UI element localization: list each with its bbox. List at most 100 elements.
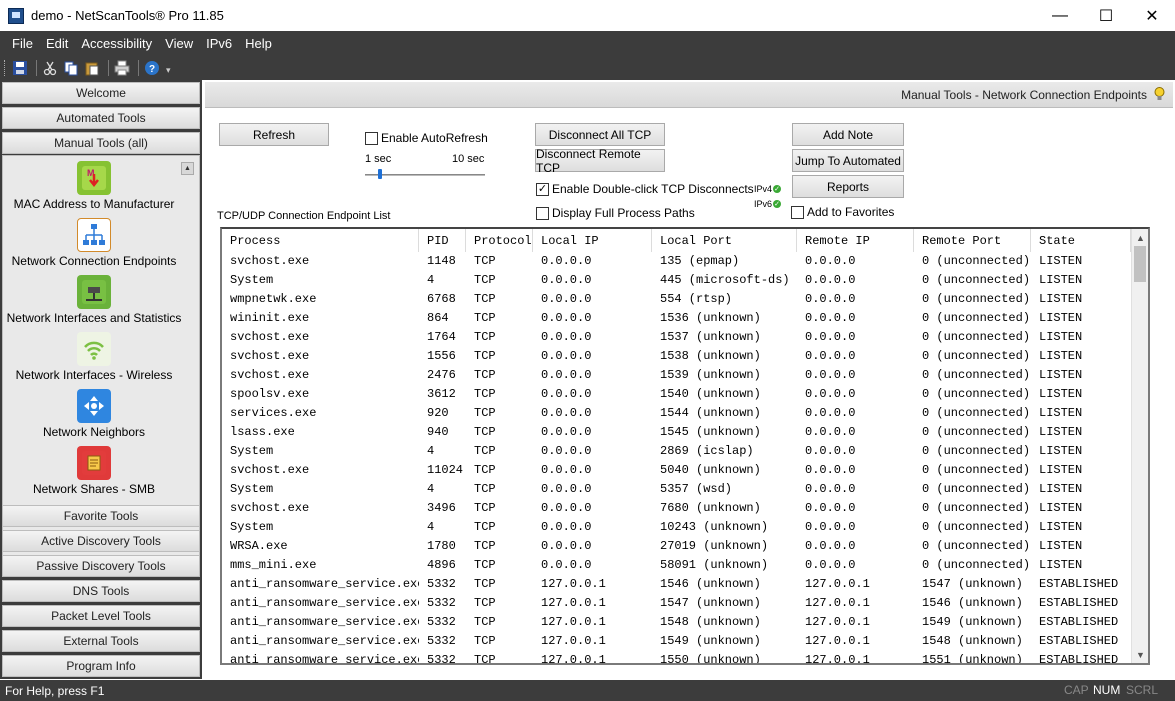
enable-autorefresh-checkbox[interactable]: Enable AutoRefresh xyxy=(365,131,488,145)
tool-label: Network Shares - SMB xyxy=(32,482,156,496)
category-program-info[interactable]: Program Info xyxy=(2,655,200,677)
cell-remote-port: 0 (unconnected) xyxy=(922,349,1031,363)
table-row[interactable]: svchost.exe 1764 TCP 0.0.0.0 1537 (unknown) 0… xyxy=(222,328,1131,347)
category-welcome[interactable]: Welcome xyxy=(2,82,200,104)
table-row[interactable]: svchost.exe 3496 TCP 0.0.0.0 7680 (unknown) 0… xyxy=(222,499,1131,518)
table-row[interactable]: System 4 TCP 0.0.0.0 445 (microsoft-ds) 0.0.0… xyxy=(222,271,1131,290)
column-header-remote-ip[interactable]: Remote IP xyxy=(797,229,914,252)
tool-network-interfaces-wireless[interactable]: Network Interfaces - Wireless xyxy=(3,332,185,382)
table-row[interactable]: anti_ransomware_service.exe 5332 TCP 127.0.… xyxy=(222,632,1131,651)
table-row[interactable]: WRSA.exe 1780 TCP 0.0.0.0 27019 (unknown) 0.0… xyxy=(222,537,1131,556)
table-row[interactable]: svchost.exe 2476 TCP 0.0.0.0 1539 (unknown) 0… xyxy=(222,366,1131,385)
table-row[interactable]: anti_ransomware_service.exe 5332 TCP 127.0.… xyxy=(222,594,1131,613)
column-header-protocol[interactable]: Protocol xyxy=(466,229,533,252)
scrl-indicator: SCRL xyxy=(1126,683,1159,697)
category-passive-discovery[interactable]: Passive Discovery Tools xyxy=(2,555,200,577)
column-header-remote-port[interactable]: Remote Port xyxy=(914,229,1031,252)
menu-bar: File Edit Accessibility View IPv6 Help xyxy=(0,31,1175,55)
save-icon[interactable] xyxy=(11,59,29,77)
minimize-button[interactable]: — xyxy=(1037,0,1083,31)
category-external-tools[interactable]: External Tools xyxy=(2,630,200,652)
table-row[interactable]: services.exe 920 TCP 0.0.0.0 1544 (unknown) 0… xyxy=(222,404,1131,423)
column-header-local-port[interactable]: Local Port xyxy=(652,229,797,252)
add-to-favorites-checkbox[interactable]: Add to Favorites xyxy=(791,205,894,219)
toolbar-overflow-icon[interactable]: ▾ xyxy=(166,65,171,76)
table-row[interactable]: svchost.exe 1556 TCP 0.0.0.0 1538 (unknown) 0… xyxy=(222,347,1131,366)
table-row[interactable]: wininit.exe 864 TCP 0.0.0.0 1536 (unknown) 0.… xyxy=(222,309,1131,328)
scroll-up-icon[interactable]: ▲ xyxy=(1132,229,1148,246)
paste-icon[interactable] xyxy=(83,59,101,77)
menu-help[interactable]: Help xyxy=(239,36,278,51)
menu-edit[interactable]: Edit xyxy=(40,36,74,51)
cell-pid: 6768 xyxy=(427,292,456,306)
table-row[interactable]: spoolsv.exe 3612 TCP 0.0.0.0 1540 (unknown) 0… xyxy=(222,385,1131,404)
checkbox-box xyxy=(536,206,549,220)
cell-local-ip: 0.0.0.0 xyxy=(541,406,592,420)
menu-file[interactable]: File xyxy=(6,36,39,51)
cell-state: LISTEN xyxy=(1039,444,1083,458)
category-automated-tools[interactable]: Automated Tools xyxy=(2,107,200,129)
tool-network-connection-endpoints[interactable]: Network Connection Endpoints xyxy=(3,218,185,268)
table-row[interactable]: anti_ransomware_service.exe 5332 TCP 127.0.… xyxy=(222,651,1131,663)
print-icon[interactable] xyxy=(113,59,131,77)
help-icon[interactable]: ? xyxy=(143,59,161,77)
tool-network-shares-smb[interactable]: Network Shares - SMB xyxy=(3,446,185,496)
tool-network-neighbors[interactable]: Network Neighbors xyxy=(3,389,185,439)
category-manual-tools[interactable]: Manual Tools (all) xyxy=(2,132,200,154)
double-click-disconnect-checkbox[interactable]: ✓ Enable Double-click TCP Disconnects xyxy=(536,182,754,196)
disconnect-remote-tcp-button[interactable]: Disconnect Remote TCP xyxy=(535,147,665,175)
cell-pid: 4896 xyxy=(427,558,456,572)
table-row[interactable]: svchost.exe 11024 TCP 0.0.0.0 5040 (unknown)… xyxy=(222,461,1131,480)
refresh-button[interactable]: Refresh xyxy=(219,123,329,146)
maximize-button[interactable]: ☐ xyxy=(1083,0,1129,31)
lightbulb-icon[interactable] xyxy=(1154,87,1165,101)
table-row[interactable]: wmpnetwk.exe 6768 TCP 0.0.0.0 554 (rtsp) 0.0.… xyxy=(222,290,1131,309)
full-process-paths-checkbox[interactable]: Display Full Process Paths xyxy=(536,206,695,220)
table-row[interactable]: System 4 TCP 0.0.0.0 5357 (wsd) 0.0.0.0 0 (unc… xyxy=(222,480,1131,499)
cell-local-ip: 0.0.0.0 xyxy=(541,349,592,363)
column-header-pid[interactable]: PID xyxy=(419,229,466,252)
scroll-down-icon[interactable]: ▼ xyxy=(1132,646,1148,663)
cell-local-ip: 127.0.0.1 xyxy=(541,615,606,629)
category-packet-level-tools[interactable]: Packet Level Tools xyxy=(2,605,200,627)
add-note-button[interactable]: Add Note xyxy=(792,123,904,146)
cell-protocol: TCP xyxy=(474,501,496,515)
autorefresh-slider-track[interactable] xyxy=(365,174,485,176)
menu-ipv6[interactable]: IPv6 xyxy=(200,36,238,51)
cell-state: LISTEN xyxy=(1039,501,1083,515)
table-row[interactable]: anti_ransomware_service.exe 5332 TCP 127.0.… xyxy=(222,575,1131,594)
cut-icon[interactable] xyxy=(41,59,59,77)
table-row[interactable]: svchost.exe 1148 TCP 0.0.0.0 135 (epmap) 0.0.… xyxy=(222,252,1131,271)
column-header-process[interactable]: Process xyxy=(222,229,419,252)
copy-icon[interactable] xyxy=(62,59,80,77)
checkbox-label: Enable Double-click TCP Disconnects xyxy=(552,182,754,196)
table-row[interactable]: mms_mini.exe 4896 TCP 0.0.0.0 58091 (unknown… xyxy=(222,556,1131,575)
cell-remote-port: 0 (unconnected) xyxy=(922,482,1031,496)
cell-protocol: TCP xyxy=(474,596,496,610)
tool-mac-address[interactable]: M MAC Address to Manufacturer xyxy=(3,161,185,211)
column-header-local-ip[interactable]: Local IP xyxy=(533,229,652,252)
category-dns-tools[interactable]: DNS Tools xyxy=(2,580,200,602)
cell-local-port: 1540 (unknown) xyxy=(660,387,761,401)
cell-remote-ip: 0.0.0.0 xyxy=(805,330,856,344)
column-header-state[interactable]: State xyxy=(1031,229,1131,252)
scroll-thumb[interactable] xyxy=(1134,246,1146,282)
table-row[interactable]: System 4 TCP 0.0.0.0 2869 (icslap) 0.0.0.0 0 (… xyxy=(222,442,1131,461)
disconnect-all-tcp-button[interactable]: Disconnect All TCP xyxy=(535,123,665,146)
tool-network-interfaces-stats[interactable]: Network Interfaces and Statistics xyxy=(3,275,185,325)
table-row[interactable]: lsass.exe 940 TCP 0.0.0.0 1545 (unknown) 0.0.… xyxy=(222,423,1131,442)
reports-button[interactable]: Reports xyxy=(792,175,904,198)
cell-local-port: 1544 (unknown) xyxy=(660,406,761,420)
menu-view[interactable]: View xyxy=(159,36,199,51)
autorefresh-slider-thumb[interactable] xyxy=(378,169,382,179)
close-button[interactable]: ✕ xyxy=(1129,0,1175,31)
category-favorite-tools[interactable]: Favorite Tools xyxy=(2,505,200,527)
cell-remote-ip: 0.0.0.0 xyxy=(805,558,856,572)
table-row[interactable]: System 4 TCP 0.0.0.0 10243 (unknown) 0.0.0.0 0… xyxy=(222,518,1131,537)
jump-to-automated-button[interactable]: Jump To Automated xyxy=(792,149,904,172)
toolbar-grip[interactable] xyxy=(4,59,7,76)
table-vertical-scrollbar[interactable]: ▲ ▼ xyxy=(1131,229,1148,663)
table-row[interactable]: anti_ransomware_service.exe 5332 TCP 127.0.… xyxy=(222,613,1131,632)
category-active-discovery[interactable]: Active Discovery Tools xyxy=(2,530,200,552)
menu-accessibility[interactable]: Accessibility xyxy=(75,36,158,51)
